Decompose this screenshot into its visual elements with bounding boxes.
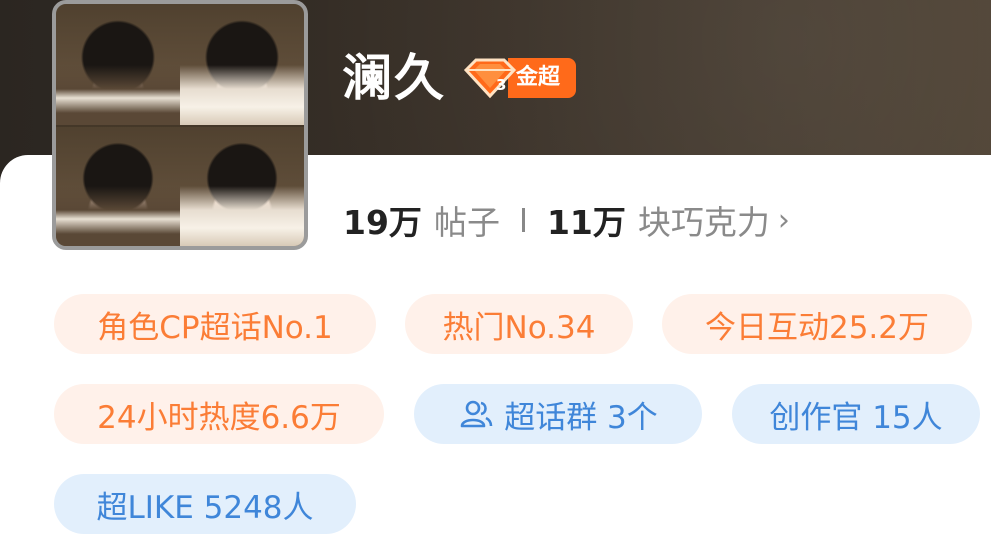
avatar[interactable]: [52, 0, 308, 250]
tag-heat-24h-label: 24小时热度6.6万: [97, 399, 341, 436]
tag-super-like[interactable]: 超LIKE 5248人: [54, 474, 356, 534]
super-badge[interactable]: 3 金超: [462, 56, 577, 100]
tag-super-like-label: 超LIKE 5248人: [96, 489, 314, 526]
diamond-gem-icon: 3: [463, 58, 517, 99]
tag-today-interaction-label: 今日互动25.2万: [704, 309, 930, 346]
chocolate-count: 11万: [546, 203, 626, 242]
people-icon: [460, 400, 493, 428]
topic-name: 澜久: [342, 49, 446, 107]
avatar-figure-4: [180, 185, 304, 246]
tag-groups-label: 超话群 3个: [504, 399, 658, 436]
posts-count: 19万: [343, 203, 422, 242]
tag-cp-rank-label: 角色CP超话No.1: [97, 309, 333, 346]
chocolate-label: 块巧克力: [637, 203, 770, 242]
chevron-right-icon: ›: [777, 202, 790, 238]
avatar-divider: [56, 125, 304, 127]
badge-level: 3: [496, 76, 506, 94]
avatar-figure-3: [56, 185, 180, 246]
avatar-figure-1: [56, 64, 180, 125]
tag-groups[interactable]: 超话群 3个: [414, 384, 702, 444]
stats-row[interactable]: 19万 帖子 11万 块巧克力 ›: [343, 196, 790, 244]
tag-hot-rank-label: 热门No.34: [442, 309, 596, 346]
tag-today-interaction[interactable]: 今日互动25.2万: [662, 294, 972, 354]
tag-heat-24h[interactable]: 24小时热度6.6万: [54, 384, 384, 444]
tag-creators-label: 创作官 15人: [769, 399, 943, 436]
tag-hot-rank[interactable]: 热门No.34: [405, 294, 633, 354]
tag-creators[interactable]: 创作官 15人: [732, 384, 980, 444]
avatar-figure-2: [180, 64, 304, 125]
posts-label: 帖子: [433, 203, 500, 242]
badge-label: 金超: [508, 58, 577, 98]
tag-cp-rank[interactable]: 角色CP超话No.1: [54, 294, 376, 354]
stats-divider: [521, 208, 525, 232]
